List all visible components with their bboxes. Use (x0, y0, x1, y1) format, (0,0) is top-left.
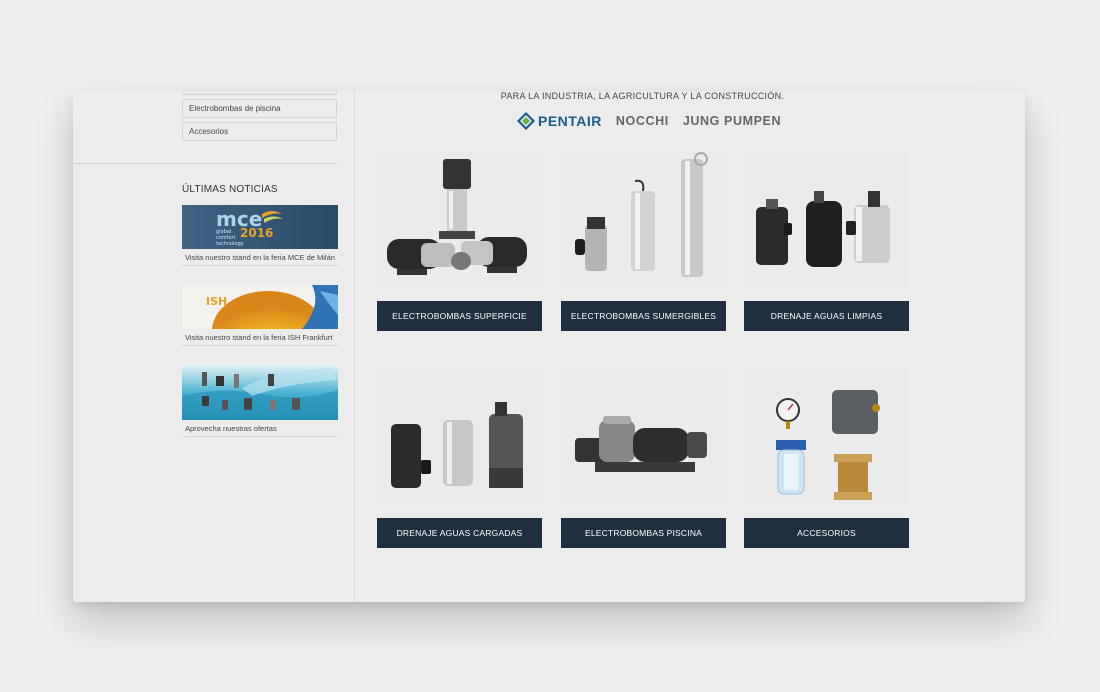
product-button-superficie[interactable]: ELECTROBOMBAS SUPERFICIE (377, 301, 542, 331)
news-image-ish[interactable]: ISH (182, 285, 338, 329)
product-card-superficie[interactable]: ELECTROBOMBAS SUPERFICIE (377, 151, 542, 331)
brand-jung-pumpen[interactable]: JUNG PUMPEN (683, 114, 781, 128)
news-item-mce[interactable]: mce 2016 global comfort technology Visit… (182, 205, 338, 266)
product-button-sumergibles[interactable]: ELECTROBOMBAS SUMERGIBLES (561, 301, 726, 331)
product-button-piscina[interactable]: ELECTROBOMBAS PISCINA (561, 518, 726, 548)
category-item-partial[interactable] (182, 91, 337, 95)
sidebar: Electrobombas de piscina Accesorios ÚLTI… (73, 91, 355, 602)
brand-pentair[interactable]: PENTAIR (517, 112, 602, 130)
product-card-piscina[interactable]: ELECTROBOMBAS PISCINA (561, 368, 726, 548)
brand-pentair-label: PENTAIR (538, 113, 602, 129)
news-caption[interactable]: Visita nuestro stand en la feria MCE de … (182, 249, 338, 266)
product-card-sumergibles[interactable]: ELECTROBOMBAS SUMERGIBLES (561, 151, 726, 331)
product-image-piscina[interactable] (561, 368, 726, 508)
product-button-aguas-limpias[interactable]: DRENAJE AGUAS LIMPIAS (744, 301, 909, 331)
product-image-aguas-limpias[interactable] (744, 151, 909, 291)
tagline: PARA LA INDUSTRIA, LA AGRICULTURA Y LA C… (500, 91, 785, 101)
news-section-title: ÚLTIMAS NOTICIAS (182, 184, 278, 195)
news-caption[interactable]: Aprovecha nuestras ofertas (182, 420, 338, 437)
sidebar-divider (73, 163, 338, 164)
product-card-aguas-limpias[interactable]: DRENAJE AGUAS LIMPIAS (744, 151, 909, 331)
product-button-accesorios[interactable]: ACCESORIOS (744, 518, 909, 548)
brand-nocchi[interactable]: NOCCHI (616, 114, 669, 128)
category-item-accesorios[interactable]: Accesorios (182, 122, 337, 141)
svg-text:technology: technology (216, 241, 244, 247)
category-item-piscina[interactable]: Electrobombas de piscina (182, 99, 337, 118)
mce-logo: mce 2016 global comfort technology (182, 205, 338, 249)
product-card-accesorios[interactable]: ACCESORIOS (744, 368, 909, 548)
brand-logos: PENTAIR NOCCHI JUNG PUMPEN (517, 111, 781, 131)
water-splash-banner (182, 364, 338, 420)
product-image-superficie[interactable] (377, 151, 542, 291)
news-image-ofertas[interactable] (182, 364, 338, 420)
product-card-aguas-cargadas[interactable]: DRENAJE AGUAS CARGADAS (377, 368, 542, 548)
main-content: PARA LA INDUSTRIA, LA AGRICULTURA Y LA C… (355, 91, 1025, 602)
product-image-sumergibles[interactable] (561, 151, 726, 291)
news-caption[interactable]: Visita nuestro stand en la feria ISH Fra… (182, 329, 338, 346)
ish-banner: ISH (182, 285, 338, 329)
svg-text:ISH: ISH (206, 295, 227, 308)
product-image-accesorios[interactable] (744, 368, 909, 508)
news-item-ofertas[interactable]: Aprovecha nuestras ofertas (182, 364, 338, 437)
news-item-ish[interactable]: ISH Visita nuestro stand en la feria ISH… (182, 285, 338, 346)
product-image-aguas-cargadas[interactable] (377, 368, 542, 508)
svg-text:2016: 2016 (240, 226, 273, 240)
pentair-logo-icon (517, 112, 535, 130)
browser-window: Electrobombas de piscina Accesorios ÚLTI… (73, 91, 1025, 602)
news-image-mce[interactable]: mce 2016 global comfort technology (182, 205, 338, 249)
product-button-aguas-cargadas[interactable]: DRENAJE AGUAS CARGADAS (377, 518, 542, 548)
